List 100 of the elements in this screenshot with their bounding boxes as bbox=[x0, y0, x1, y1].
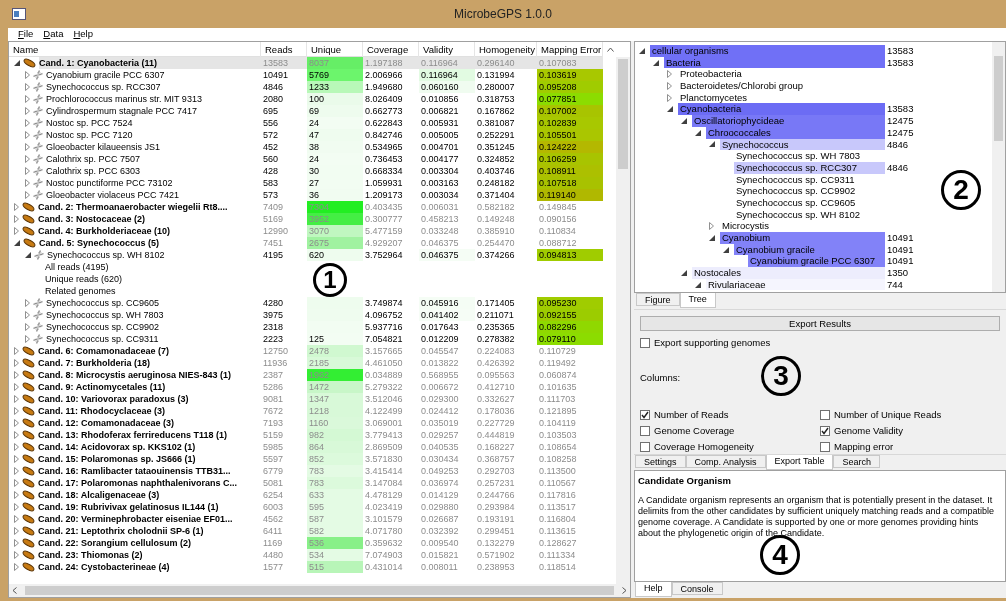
tab[interactable]: Comp. Analysis bbox=[685, 455, 766, 468]
collapsed-arrow-icon[interactable] bbox=[14, 407, 19, 415]
name-cell[interactable]: Cand. 14: Acidovorax sp. KKS102 (1) bbox=[38, 441, 261, 453]
checkbox[interactable] bbox=[640, 338, 650, 348]
expanded-arrow-icon[interactable] bbox=[653, 59, 659, 66]
name-cell[interactable]: Synechococcus sp. WH 8102 bbox=[47, 249, 261, 261]
tree-item[interactable]: Synechococcus sp. RCC307 bbox=[734, 161, 885, 174]
collapsed-arrow-icon[interactable] bbox=[14, 455, 19, 463]
tree-item[interactable]: Oscillatoriophycideae bbox=[692, 115, 885, 127]
collapsed-arrow-icon[interactable] bbox=[25, 71, 30, 79]
collapsed-arrow-icon[interactable] bbox=[14, 467, 19, 475]
tree-item[interactable]: Cyanobacteria bbox=[678, 103, 885, 116]
vertical-scrollbar[interactable] bbox=[992, 42, 1005, 292]
collapsed-arrow-icon[interactable] bbox=[25, 335, 30, 343]
expanded-arrow-icon[interactable] bbox=[695, 129, 701, 136]
collapsed-arrow-icon[interactable] bbox=[709, 222, 714, 231]
name-cell[interactable]: Nostoc sp. PCC 7524 bbox=[46, 117, 261, 129]
collapsed-arrow-icon[interactable] bbox=[25, 155, 30, 163]
checkbox[interactable] bbox=[640, 442, 650, 453]
name-cell[interactable]: Cand. 8: Microcystis aeruginosa NIES-843 (1) bbox=[38, 369, 261, 381]
collapsed-arrow-icon[interactable] bbox=[667, 81, 672, 90]
expanded-arrow-icon[interactable] bbox=[14, 240, 20, 246]
menu-item[interactable]: Help bbox=[73, 27, 93, 42]
tree-item[interactable]: cellular organisms bbox=[650, 45, 885, 57]
tree-item[interactable]: Synechococcus sp. CC9605 bbox=[734, 196, 885, 209]
collapsed-arrow-icon[interactable] bbox=[25, 95, 30, 103]
expanded-arrow-icon[interactable] bbox=[25, 252, 31, 258]
collapsed-arrow-icon[interactable] bbox=[25, 131, 30, 139]
name-cell[interactable]: Cand. 11: Rhodocyclaceae (3) bbox=[38, 405, 261, 417]
tab[interactable]: Export Table bbox=[765, 455, 834, 470]
name-cell[interactable]: Synechococcus sp. CC9605 bbox=[46, 297, 261, 309]
collapsed-arrow-icon[interactable] bbox=[14, 383, 19, 391]
scroll-up-icon[interactable] bbox=[606, 47, 614, 52]
collapsed-arrow-icon[interactable] bbox=[25, 299, 30, 307]
collapsed-arrow-icon[interactable] bbox=[14, 371, 19, 379]
name-cell[interactable]: Cand. 2: Thermoanaerobacter wiegelii Rt8.... bbox=[38, 201, 261, 213]
collapsed-arrow-icon[interactable] bbox=[14, 347, 19, 355]
checkbox[interactable] bbox=[640, 426, 650, 437]
tree-item[interactable]: Cyanobium bbox=[720, 232, 885, 244]
collapsed-arrow-icon[interactable] bbox=[14, 563, 19, 571]
name-cell[interactable]: Cand. 20: Verminephrobacter eiseniae EF01... bbox=[38, 513, 261, 525]
collapsed-arrow-icon[interactable] bbox=[25, 107, 30, 115]
name-cell[interactable]: Cand. 21: Leptothrix cholodnii SP-6 (1) bbox=[38, 525, 261, 537]
expanded-arrow-icon[interactable] bbox=[14, 60, 20, 66]
collapsed-arrow-icon[interactable] bbox=[25, 179, 30, 187]
name-cell[interactable]: Cand. 10: Variovorax paradoxus (3) bbox=[38, 393, 261, 405]
collapsed-arrow-icon[interactable] bbox=[25, 143, 30, 151]
collapsed-arrow-icon[interactable] bbox=[25, 167, 30, 175]
collapsed-arrow-icon[interactable] bbox=[14, 443, 19, 451]
name-cell[interactable]: Nostoc sp. PCC 7120 bbox=[46, 129, 261, 141]
checkbox[interactable] bbox=[640, 410, 650, 421]
collapsed-arrow-icon[interactable] bbox=[25, 311, 30, 319]
collapsed-arrow-icon[interactable] bbox=[14, 431, 19, 439]
name-cell[interactable]: Cyanobium gracile PCC 6307 bbox=[46, 69, 261, 81]
name-cell[interactable]: Cand. 4: Burkholderiaceae (10) bbox=[38, 225, 261, 237]
collapsed-arrow-icon[interactable] bbox=[14, 551, 19, 559]
collapsed-arrow-icon[interactable] bbox=[25, 83, 30, 91]
name-cell[interactable]: Cand. 6: Comamonadaceae (7) bbox=[38, 345, 261, 357]
menu-item[interactable]: File bbox=[18, 27, 34, 42]
checkbox[interactable] bbox=[820, 410, 830, 421]
name-cell[interactable]: Synechococcus sp. CC9311 bbox=[46, 333, 261, 345]
name-cell[interactable]: Cand. 24: Cystobacterineae (4) bbox=[38, 561, 261, 573]
name-cell[interactable]: Cylindrospermum stagnale PCC 7417 bbox=[46, 105, 261, 117]
name-cell[interactable]: Cand. 7: Burkholderia (18) bbox=[38, 357, 261, 369]
name-cell[interactable]: Related genomes bbox=[45, 285, 261, 297]
name-cell[interactable]: Calothrix sp. PCC 7507 bbox=[46, 153, 261, 165]
collapsed-arrow-icon[interactable] bbox=[14, 419, 19, 427]
name-cell[interactable]: Prochlorococcus marinus str. MIT 9313 bbox=[46, 93, 261, 105]
name-cell[interactable]: Cand. 23: Thiomonas (2) bbox=[38, 549, 261, 561]
name-cell[interactable]: Cand. 16: Ramlibacter tataouinensis TTB31... bbox=[38, 465, 261, 477]
tab[interactable]: Tree bbox=[679, 293, 716, 308]
tree-item[interactable]: Cyanobium gracile PCC 6307 bbox=[748, 255, 885, 268]
collapsed-arrow-icon[interactable] bbox=[25, 119, 30, 127]
tree-item[interactable]: Microcystis bbox=[720, 220, 885, 232]
tab[interactable]: Search bbox=[833, 455, 880, 468]
expanded-arrow-icon[interactable] bbox=[681, 117, 687, 124]
checkbox[interactable] bbox=[820, 442, 830, 453]
name-cell[interactable]: Nostoc punctiforme PCC 73102 bbox=[46, 177, 261, 189]
tree-item[interactable]: Synechococcus sp. CC9311 bbox=[734, 173, 885, 186]
collapsed-arrow-icon[interactable] bbox=[14, 479, 19, 487]
collapsed-arrow-icon[interactable] bbox=[14, 539, 19, 547]
export-results-button[interactable]: Export Results bbox=[640, 316, 1000, 331]
name-cell[interactable]: Cand. 12: Comamonadaceae (3) bbox=[38, 417, 261, 429]
expanded-arrow-icon[interactable] bbox=[709, 234, 715, 241]
expanded-arrow-icon[interactable] bbox=[681, 269, 687, 276]
tree-item[interactable]: Planctomycetes bbox=[678, 91, 885, 104]
tree-item[interactable]: Synechococcus sp. WH 7803 bbox=[734, 150, 885, 162]
scroll-right-icon[interactable] bbox=[622, 587, 627, 594]
collapsed-arrow-icon[interactable] bbox=[25, 191, 30, 199]
collapsed-arrow-icon[interactable] bbox=[667, 70, 672, 79]
name-cell[interactable]: Cand. 1: Cyanobacteria (11) bbox=[39, 57, 261, 69]
tab[interactable]: Figure bbox=[636, 293, 680, 306]
collapsed-arrow-icon[interactable] bbox=[14, 203, 19, 211]
expanded-arrow-icon[interactable] bbox=[709, 141, 715, 148]
checkbox[interactable] bbox=[820, 426, 830, 437]
name-cell[interactable]: Calothrix sp. PCC 6303 bbox=[46, 165, 261, 177]
tree-item[interactable]: Synechococcus sp. CC9902 bbox=[734, 185, 885, 197]
tree-item[interactable]: Nostocales bbox=[692, 267, 885, 279]
collapsed-arrow-icon[interactable] bbox=[14, 215, 19, 223]
expanded-arrow-icon[interactable] bbox=[723, 246, 729, 253]
